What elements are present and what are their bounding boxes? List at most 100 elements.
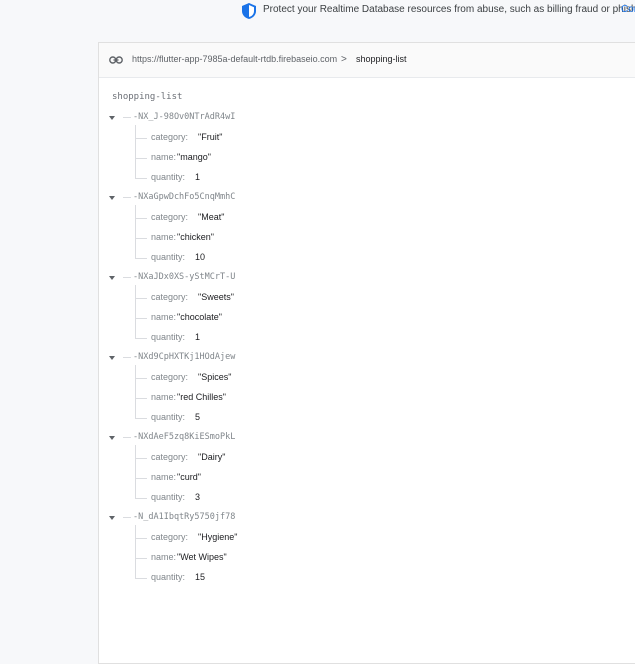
tree-connector [135,538,147,539]
field-name: category: [151,132,189,142]
field-row-name[interactable]: name: "mango" [135,152,335,164]
security-banner: Protect your Realtime Database resources… [0,0,635,22]
field-name: quantity: [151,412,186,422]
database-url[interactable]: https://flutter-app-7985a-default-rtdb.f… [132,54,337,64]
database-panel: https://flutter-app-7985a-default-rtdb.f… [98,42,635,664]
field-value[interactable]: "Hygiene" [198,532,237,542]
field-value[interactable]: "chocolate" [177,312,222,322]
tree-connector [135,258,147,259]
tree-connector [135,138,147,139]
field-row-name[interactable]: name: "Wet Wipes" [135,552,335,564]
field-row-category[interactable]: category: "Dairy" [135,452,335,464]
banner-action-link[interactable]: Con [621,4,635,15]
field-row-quantity[interactable]: quantity: 3 [135,492,335,504]
expand-caret-icon[interactable] [109,196,115,200]
field-value[interactable]: 1 [195,332,200,342]
field-row-category[interactable]: category: "Meat" [135,212,335,224]
breadcrumb-chevron: > [341,54,347,65]
field-row-name[interactable]: name: "curd" [135,472,335,484]
tree-connector [135,298,147,299]
field-name: name: [151,152,177,162]
field-name: quantity: [151,572,186,582]
tree-root-key[interactable]: shopping-list [112,92,182,102]
field-value[interactable]: 3 [195,492,200,502]
field-value[interactable]: "Sweets" [198,292,234,302]
field-row-category[interactable]: category: "Spices" [135,372,335,384]
field-value[interactable]: 15 [195,572,205,582]
field-value[interactable]: "Dairy" [198,452,225,462]
field-value[interactable]: "chicken" [177,232,214,242]
tree-connector [135,478,147,479]
field-name: category: [151,292,189,302]
tree-connector [135,578,147,579]
tree-connector [135,558,147,559]
tree-connector [123,197,131,198]
tree-connector [123,517,131,518]
field-row-name[interactable]: name: "chocolate" [135,312,335,324]
banner-message: Protect your Realtime Database resources… [263,4,635,15]
field-name: quantity: [151,492,186,502]
field-name: name: [151,472,177,482]
field-row-quantity[interactable]: quantity: 10 [135,252,335,264]
expand-caret-icon[interactable] [109,276,115,280]
tree-connector [123,117,131,118]
tree-connector [135,398,147,399]
field-row-category[interactable]: category: "Sweets" [135,292,335,304]
tree-connector [135,318,147,319]
field-name: name: [151,312,177,322]
tree-connector [135,378,147,379]
node-key[interactable]: -NXdAeF5zq8KiESmoPkL [133,432,235,442]
tree-connector [123,357,131,358]
expand-caret-icon[interactable] [109,436,115,440]
field-name: name: [151,232,177,242]
field-value[interactable]: 5 [195,412,200,422]
tree-connector [135,418,147,419]
node-key[interactable]: -NXaGpwDchFo5CnqMmhC [133,192,235,202]
field-row-category[interactable]: category: "Fruit" [135,132,335,144]
tree-connector [135,458,147,459]
tree-connector [135,338,147,339]
field-name: name: [151,392,177,402]
link-icon[interactable] [109,54,123,66]
field-row-quantity[interactable]: quantity: 15 [135,572,335,584]
field-row-category[interactable]: category: "Hygiene" [135,532,335,544]
field-value[interactable]: "red Chilles" [177,392,226,402]
shield-icon [242,3,256,19]
field-row-quantity[interactable]: quantity: 1 [135,172,335,184]
field-value[interactable]: "Wet Wipes" [177,552,227,562]
tree-connector [135,498,147,499]
field-value[interactable]: "Fruit" [198,132,222,142]
field-value[interactable]: "Meat" [198,212,224,222]
field-name: quantity: [151,172,186,182]
node-key[interactable]: -NXaJDx0XS-yStMCrT-U [133,272,235,282]
field-name: category: [151,372,189,382]
expand-caret-icon[interactable] [109,356,115,360]
tree-connector [135,218,147,219]
field-name: category: [151,452,189,462]
field-value[interactable]: 10 [195,252,205,262]
field-name: category: [151,532,189,542]
node-key[interactable]: -NXd9CpHXTKj1HOdAjew [133,352,235,362]
tree-connector [135,178,147,179]
field-name: quantity: [151,332,186,342]
field-row-quantity[interactable]: quantity: 5 [135,412,335,424]
field-value[interactable]: "Spices" [198,372,231,382]
field-row-quantity[interactable]: quantity: 1 [135,332,335,344]
field-value[interactable]: 1 [195,172,200,182]
field-name: category: [151,212,189,222]
node-key[interactable]: -NX_J-98Ov0NTrAdR4wI [133,112,235,122]
field-value[interactable]: "mango" [177,152,211,162]
node-key[interactable]: -N_dA1IbqtRy5750jf78 [133,512,235,522]
field-value[interactable]: "curd" [177,472,201,482]
url-bar: https://flutter-app-7985a-default-rtdb.f… [99,43,635,78]
field-name: name: [151,552,177,562]
tree-connector [123,277,131,278]
field-row-name[interactable]: name: "chicken" [135,232,335,244]
field-name: quantity: [151,252,186,262]
tree-connector [123,437,131,438]
tree-connector [135,238,147,239]
expand-caret-icon[interactable] [109,516,115,520]
breadcrumb-current[interactable]: shopping-list [356,54,407,64]
field-row-name[interactable]: name: "red Chilles" [135,392,335,404]
expand-caret-icon[interactable] [109,116,115,120]
